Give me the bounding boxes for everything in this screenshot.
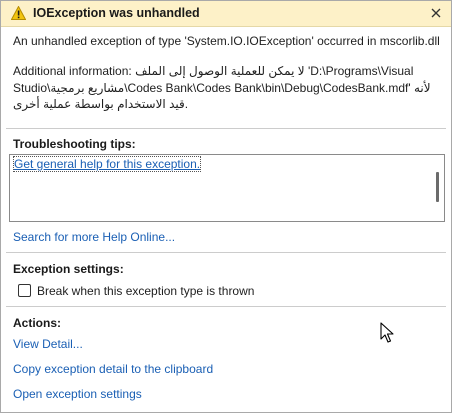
open-exception-settings-link[interactable]: Open exception settings [13,387,142,401]
title-bar: IOException was unhandled [1,1,451,27]
troubleshooting-tips-list[interactable]: Get general help for this exception. [9,154,445,222]
exception-dialog: IOException was unhandled An unhandled e… [0,0,452,413]
separator [6,306,446,307]
tip-link-general-help[interactable]: Get general help for this exception. [12,156,202,172]
exception-summary: An unhandled exception of type 'System.I… [13,34,440,48]
troubleshooting-title: Troubleshooting tips: [13,137,136,151]
dialog-title: IOException was unhandled [33,6,200,20]
separator [6,252,446,253]
break-on-exception-label[interactable]: Break when this exception type is thrown [37,284,254,298]
copy-exception-detail-link[interactable]: Copy exception detail to the clipboard [13,362,213,376]
tips-scrollbar[interactable] [436,172,439,202]
separator [6,128,446,129]
additional-info-line: قيد الاستخدام بواسطة عملية أخرى. [13,97,189,111]
warning-icon [11,6,26,20]
search-help-online-link[interactable]: Search for more Help Online... [13,230,175,244]
exception-settings-title: Exception settings: [13,262,124,276]
break-on-exception-checkbox[interactable] [18,284,31,297]
actions-title: Actions: [13,316,61,330]
exception-message: An unhandled exception of type 'System.I… [13,33,441,113]
additional-information: Additional information: لا يمكن للعملية … [13,63,441,113]
mouse-cursor-icon [380,322,394,343]
additional-info-line: Studio\مشاريع برمجية\Codes Bank\Codes Ba… [13,80,431,95]
close-icon[interactable] [427,4,445,22]
additional-info-line: Additional information: لا يمكن للعملية … [13,64,414,78]
view-detail-link[interactable]: View Detail... [13,337,83,351]
